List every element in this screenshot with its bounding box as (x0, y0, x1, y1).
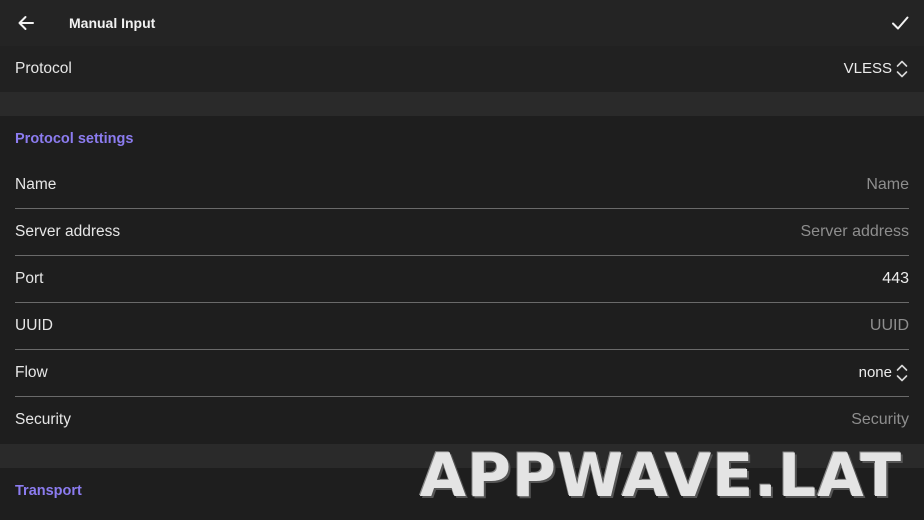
uuid-field[interactable]: UUID UUID (15, 303, 909, 350)
section-title-transport: Transport (15, 483, 82, 499)
section-gap (0, 92, 924, 116)
security-input[interactable]: Security (851, 411, 909, 429)
section-gap (0, 444, 924, 468)
security-label: Security (15, 411, 71, 428)
chevron-up-down-icon (896, 364, 908, 382)
server-address-label: Server address (15, 223, 121, 240)
section-title-protocol-settings: Protocol settings (15, 131, 134, 147)
flow-select[interactable]: none (859, 362, 909, 384)
protocol-label: Protocol (15, 60, 72, 77)
uuid-input[interactable]: UUID (870, 317, 909, 335)
protocol-settings-section: Protocol settings Name Name Server addre… (0, 116, 924, 444)
flow-label: Flow (15, 364, 48, 381)
checkmark-icon (892, 16, 909, 30)
transport-section: Transport (0, 468, 924, 520)
port-input[interactable]: 443 (882, 270, 909, 288)
port-label: Port (15, 270, 44, 287)
protocol-select[interactable]: VLESS (844, 58, 909, 80)
server-address-input[interactable]: Server address (801, 223, 910, 241)
arrow-left-icon (18, 16, 34, 30)
server-address-field[interactable]: Server address Server address (15, 209, 909, 256)
name-label: Name (15, 176, 57, 193)
name-input[interactable]: Name (866, 176, 909, 194)
security-field[interactable]: Security Security (15, 397, 909, 444)
manual-input-screen: Manual Input Protocol VLESS Protocol set… (0, 0, 924, 520)
chevron-up-down-icon (896, 60, 908, 78)
uuid-label: UUID (15, 317, 53, 334)
page-title: Manual Input (69, 15, 156, 31)
protocol-row[interactable]: Protocol VLESS (0, 46, 924, 92)
name-field[interactable]: Name Name (15, 162, 909, 209)
back-button[interactable] (10, 7, 42, 39)
app-bar: Manual Input (0, 0, 924, 46)
flow-value: none (858, 364, 892, 381)
flow-field[interactable]: Flow none (15, 350, 909, 397)
confirm-button[interactable] (884, 7, 916, 39)
protocol-value: VLESS (843, 60, 892, 77)
port-field[interactable]: Port 443 (15, 256, 909, 303)
